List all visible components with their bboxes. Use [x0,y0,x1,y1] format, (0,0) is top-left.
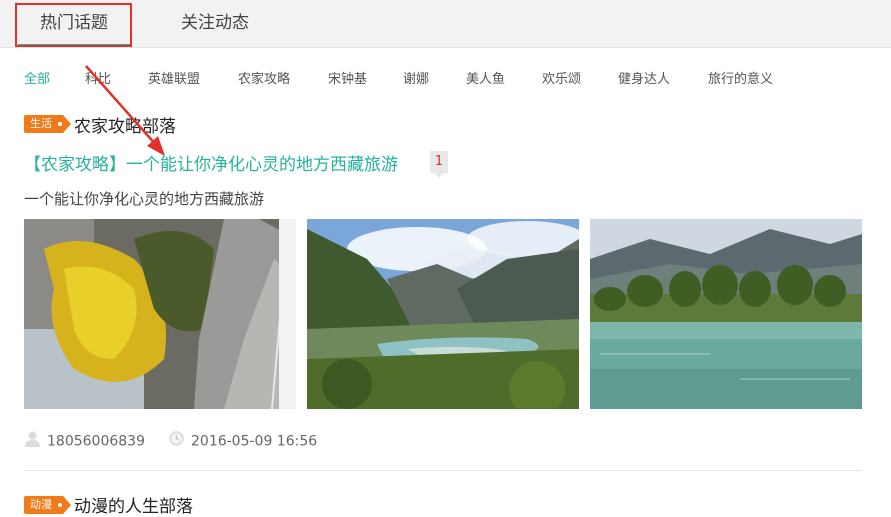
post-author: 18056006839 [24,430,145,453]
post-divider [24,470,862,471]
tag-dot-2 [58,503,62,507]
subtab-all[interactable]: 全部 [24,69,50,91]
post-time: 2016-05-09 16:56 [168,430,317,453]
subtab-fitness[interactable]: 健身达人 [618,69,670,91]
category-tag: 生活 [24,115,71,133]
subtab-meaning-of-travel[interactable]: 旅行的意义 [708,69,773,91]
tag-dot [58,122,62,126]
category-tag-2: 动漫 [24,496,71,514]
top-tab-bar: 热门话题 关注动态 [0,0,891,48]
comment-count-badge: 1 [430,151,448,178]
category-tag-label: 生活 [30,117,52,130]
subtab-mermaid[interactable]: 美人鱼 [466,69,505,91]
category-tag-label-2: 动漫 [30,498,52,511]
tribe-name-2[interactable]: 动漫的人生部落 [74,492,193,517]
post-timestamp: 2016-05-09 16:56 [191,433,318,450]
user-icon [24,430,41,453]
post-title-link[interactable]: 【农家攻略】一个能让你净化心灵的地方西藏旅游 [24,150,398,175]
subtab-kobe[interactable]: 科比 [85,69,111,91]
post-image-3[interactable] [590,219,862,409]
annotation-highlight-box [15,3,132,47]
subtab-lol[interactable]: 英雄联盟 [148,69,200,91]
tribe-name[interactable]: 农家攻略部落 [74,112,176,137]
subtab-farm-guide[interactable]: 农家攻略 [238,69,290,91]
author-id: 18056006839 [47,433,145,450]
post-image-2[interactable] [307,219,579,409]
subtab-song-joong-ki[interactable]: 宋钟基 [328,69,367,91]
tab-follow-feed[interactable]: 关注动态 [170,0,260,48]
subtab-ode-to-joy[interactable]: 欢乐颂 [542,69,581,91]
post-image-1[interactable] [24,219,296,409]
subtab-xie-na[interactable]: 谢娜 [403,69,429,91]
post-summary: 一个能让你净化心灵的地方西藏旅游 [24,190,265,208]
clock-icon [168,430,185,453]
